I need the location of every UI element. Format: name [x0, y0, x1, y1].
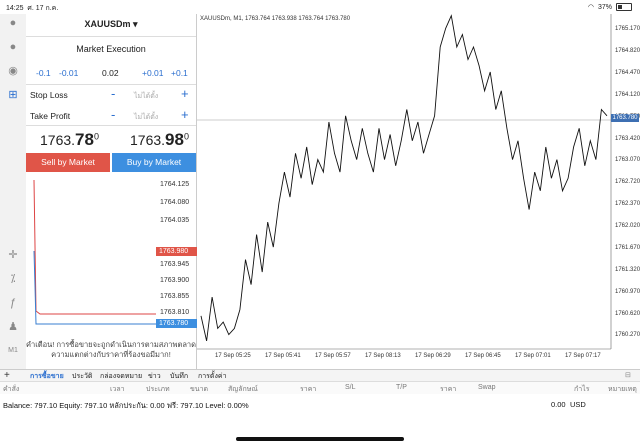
y-tick-label: 1765.170: [615, 26, 640, 33]
col-price-current: ราคา: [440, 386, 457, 393]
terminal-toggle-icon[interactable]: ⊟: [625, 371, 631, 379]
x-tick-label: 17 Sep 05:41: [265, 353, 301, 359]
col-type: ประเภท: [146, 386, 170, 393]
ask-line: [33, 179, 156, 315]
col-price: ราคา: [300, 386, 317, 393]
lot-minus-001[interactable]: -0.01: [59, 68, 78, 78]
balance-row: Balance: 797.10 Equity: 797.10 หลักประกั…: [0, 398, 640, 410]
y-tick-label: 1764.820: [615, 48, 640, 54]
y-tick-label: 1762.720: [615, 179, 640, 186]
tick-chart: 1764.125 1764.080 1764.035 1763.945 1763…: [26, 176, 197, 328]
status-right: ◠ 37%: [588, 3, 632, 11]
crosshair-icon[interactable]: ✛: [6, 248, 20, 262]
y-tick-label: 1760.620: [615, 310, 640, 317]
y-tick-label: 1762.020: [615, 223, 640, 230]
new-order-icon[interactable]: ⊞: [6, 88, 20, 102]
current-price-tag: 1763.780: [611, 114, 639, 122]
bid-price: 1763.780: [40, 130, 99, 149]
y-tick-label: 1761.320: [615, 266, 640, 273]
x-tick-label: 17 Sep 05:25: [215, 353, 251, 359]
take-profit-label: Take Profit: [30, 111, 71, 121]
col-size: ขนาด: [190, 386, 209, 393]
col-tp: T/P: [396, 384, 407, 391]
y-tick-label: 1762.370: [615, 201, 640, 208]
col-profit: กำไร: [574, 386, 590, 393]
y-tick-label: 1761.670: [615, 244, 640, 251]
y-tick-label: 1764.470: [615, 69, 640, 76]
price-line: [200, 14, 608, 341]
x-tick-label: 17 Sep 07:17: [565, 353, 601, 359]
indicator-icon[interactable]: ⁒: [6, 272, 20, 286]
symbol-selector[interactable]: XAUUSDm ▾: [26, 19, 196, 30]
y-tick-label: 1764.120: [615, 91, 640, 98]
objects-icon[interactable]: ♟: [6, 320, 20, 334]
bid-line: [33, 250, 156, 325]
take-profit-input[interactable]: ไม่ได้ตั้ง: [134, 112, 158, 123]
col-order: คำสั่ง: [3, 386, 20, 393]
col-time: เวลา: [110, 386, 125, 393]
execution-type[interactable]: Market Execution: [26, 44, 196, 54]
left-toolbar: ● ● ◉ ⊞ ✛ ⁒ ƒ ♟ M1: [0, 14, 27, 369]
lot-minus-01[interactable]: -0.1: [36, 68, 51, 78]
mini-tick: 1764.125: [160, 181, 190, 188]
chart-svg: [197, 14, 612, 350]
market-warning: คำเตือน! การซื้อขายจะถูกดำเนินการตามสภาพ…: [26, 340, 197, 359]
battery-percent: 37%: [597, 3, 612, 11]
stop-loss-input[interactable]: ไม่ได้ตั้ง: [134, 91, 158, 102]
col-sl: S/L: [345, 384, 356, 391]
x-tick-label: 17 Sep 08:13: [365, 353, 401, 359]
order-panel: XAUUSDm ▾ Market Execution -0.1 -0.01 0.…: [26, 14, 197, 369]
tick-chart-svg: [33, 179, 156, 325]
battery-icon: [616, 3, 632, 11]
stop-loss-plus[interactable]: +: [181, 86, 189, 101]
ask-price: 1763.980: [130, 130, 189, 149]
stop-loss-minus[interactable]: -: [111, 86, 115, 101]
col-swap: Swap: [478, 384, 496, 391]
ask-tag: 1763.980: [156, 247, 197, 256]
status-bar: 14:25 ศ. 17 ก.ค. ◠ 37%: [0, 0, 640, 14]
home-indicator[interactable]: [236, 437, 404, 441]
chat-icon[interactable]: ◉: [6, 64, 20, 78]
mini-tick: 1764.035: [160, 217, 190, 224]
take-profit-plus[interactable]: +: [181, 107, 189, 122]
x-tick-label: 17 Sep 07:01: [515, 353, 551, 359]
mini-tick: 1763.945: [160, 261, 190, 268]
timeframe-icon[interactable]: M1: [6, 344, 20, 358]
take-profit-minus[interactable]: -: [111, 107, 115, 122]
wifi-icon: ◠: [587, 4, 594, 11]
balance-summary: Balance: 797.10 Equity: 797.10 หลักประกั…: [3, 401, 249, 410]
user-icon[interactable]: ●: [6, 16, 20, 30]
chevron-down-icon: ▾: [133, 19, 138, 29]
lot-plus-001[interactable]: +0.01: [142, 68, 164, 78]
account-currency: USD: [570, 400, 586, 409]
y-tick-label: 1763.070: [615, 157, 640, 164]
users-icon[interactable]: ●: [6, 40, 20, 54]
y-tick-label: 1760.270: [615, 332, 640, 339]
col-comment: หมายเหตุ: [608, 386, 637, 393]
price-chart[interactable]: XAUUSDm, M1, 1763.764 1763.938 1763.764 …: [197, 14, 640, 369]
total-profit: 0.00: [551, 400, 566, 409]
orders-header: คำสั่ง เวลา ประเภท ขนาด สัญลักษณ์ ราคา S…: [0, 381, 640, 394]
sell-button[interactable]: Sell by Market: [26, 153, 110, 172]
y-tick-label: 1763.420: [615, 135, 640, 142]
function-icon[interactable]: ƒ: [6, 296, 20, 310]
status-time: 14:25 ศ. 17 ก.ค.: [6, 5, 59, 12]
x-tick-label: 17 Sep 06:45: [465, 353, 501, 359]
stop-loss-label: Stop Loss: [30, 90, 68, 100]
y-tick-label: 1760.970: [615, 288, 640, 295]
col-symbol: สัญลักษณ์: [228, 386, 258, 393]
x-tick-label: 17 Sep 06:29: [415, 353, 451, 359]
mini-tick: 1763.855: [160, 293, 190, 300]
mini-tick: 1763.810: [160, 309, 190, 316]
lot-volume[interactable]: 0.02: [102, 68, 119, 78]
buy-button[interactable]: Buy by Market: [112, 153, 196, 172]
mini-tick: 1764.080: [160, 199, 190, 206]
bid-tag: 1763.780: [156, 319, 197, 328]
add-icon[interactable]: +: [4, 370, 10, 381]
x-tick-label: 17 Sep 05:57: [315, 353, 351, 359]
lot-plus-01[interactable]: +0.1: [171, 68, 188, 78]
mini-tick: 1763.900: [160, 277, 190, 284]
